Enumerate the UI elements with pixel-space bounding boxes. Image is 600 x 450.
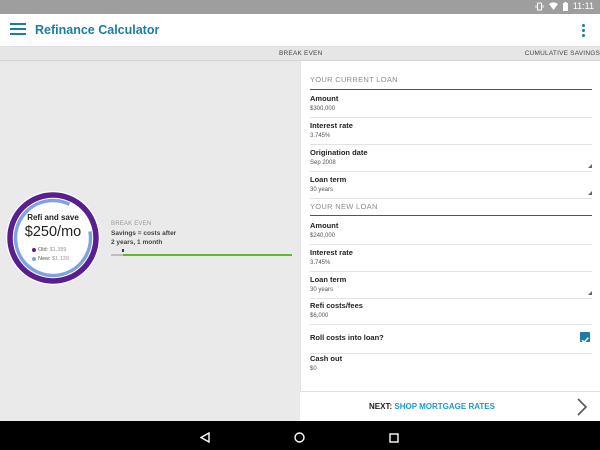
break-even-progress-fill [123, 254, 292, 256]
chevron-right-icon[interactable] [576, 398, 588, 421]
tab-strip: BREAK EVEN CUMULATIVE SAVINGS [0, 47, 600, 61]
current-amount-field[interactable]: Amount $300,000 [310, 94, 592, 118]
new-loan-heading: YOUR NEW LOAN [310, 202, 378, 211]
wifi-icon [548, 2, 558, 10]
current-interest-rate-field[interactable]: Interest rate 3.745% [310, 121, 592, 145]
shop-mortgage-rates-link[interactable]: NEXT: SHOP MORTGAGE RATES [369, 402, 495, 411]
status-bar: 11:11 [0, 0, 600, 14]
status-time: 11:11 [572, 1, 594, 11]
monthly-savings: $250/mo [24, 224, 82, 240]
break-even-progress [111, 249, 292, 256]
roll-costs-row[interactable]: Roll costs into loan? [310, 330, 592, 354]
old-payment: Old: $1,389 [32, 247, 66, 253]
recents-icon[interactable] [389, 430, 399, 448]
home-icon[interactable] [294, 430, 305, 448]
section-divider [310, 215, 592, 216]
new-loan-term-dropdown[interactable]: Loan term 30 years [310, 275, 592, 299]
break-even-label: BREAK EVEN [111, 221, 152, 227]
app-bar: Refinance Calculator [0, 14, 600, 47]
summary-panel: Refi and save $250/mo Old: $1,389 New: $… [0, 61, 300, 421]
footer-bar: NEXT: SHOP MORTGAGE RATES [300, 391, 600, 421]
back-icon[interactable] [199, 430, 210, 448]
savings-ring: Refi and save $250/mo Old: $1,389 New: $… [6, 191, 100, 285]
summary-title: Refi and save [27, 213, 79, 222]
system-nav-bar [0, 421, 600, 450]
tab-cumulative-savings[interactable]: CUMULATIVE SAVINGS [525, 50, 600, 57]
break-even-line2: 2 years, 1 month [111, 239, 163, 246]
hamburger-menu-icon[interactable] [10, 23, 26, 37]
origination-date-dropdown[interactable]: Origination date Sep 2008 [310, 148, 592, 172]
break-even-line1: Savings = costs after [111, 230, 177, 237]
new-payment: New: $1,139 [32, 256, 69, 262]
refi-costs-field[interactable]: Refi costs/fees $6,000 [310, 301, 592, 325]
more-vert-icon[interactable] [582, 24, 586, 38]
app-title: Refinance Calculator [35, 23, 160, 37]
current-loan-heading: YOUR CURRENT LOAN [310, 75, 398, 84]
break-even-marker [122, 249, 124, 252]
current-loan-term-dropdown[interactable]: Loan term 30 years [310, 175, 592, 199]
new-amount-field[interactable]: Amount $240,000 [310, 221, 592, 245]
dropdown-caret-icon [588, 291, 592, 295]
vibrate-icon [535, 2, 544, 11]
dropdown-caret-icon [588, 191, 592, 195]
new-interest-rate-field[interactable]: Interest rate 3.745% [310, 248, 592, 272]
battery-icon [562, 1, 568, 11]
roll-costs-checkbox[interactable] [580, 332, 590, 344]
loan-form: YOUR CURRENT LOAN Amount $300,000 Intere… [300, 61, 600, 421]
check-icon [581, 337, 589, 344]
tab-break-even[interactable]: BREAK EVEN [279, 50, 323, 57]
old-dot-icon [32, 247, 36, 252]
status-icons: 11:11 [535, 1, 594, 11]
dropdown-caret-icon [588, 164, 592, 168]
cash-out-field[interactable]: Cash out $0 [310, 354, 592, 378]
new-dot-icon [32, 256, 36, 261]
section-divider [310, 89, 592, 90]
